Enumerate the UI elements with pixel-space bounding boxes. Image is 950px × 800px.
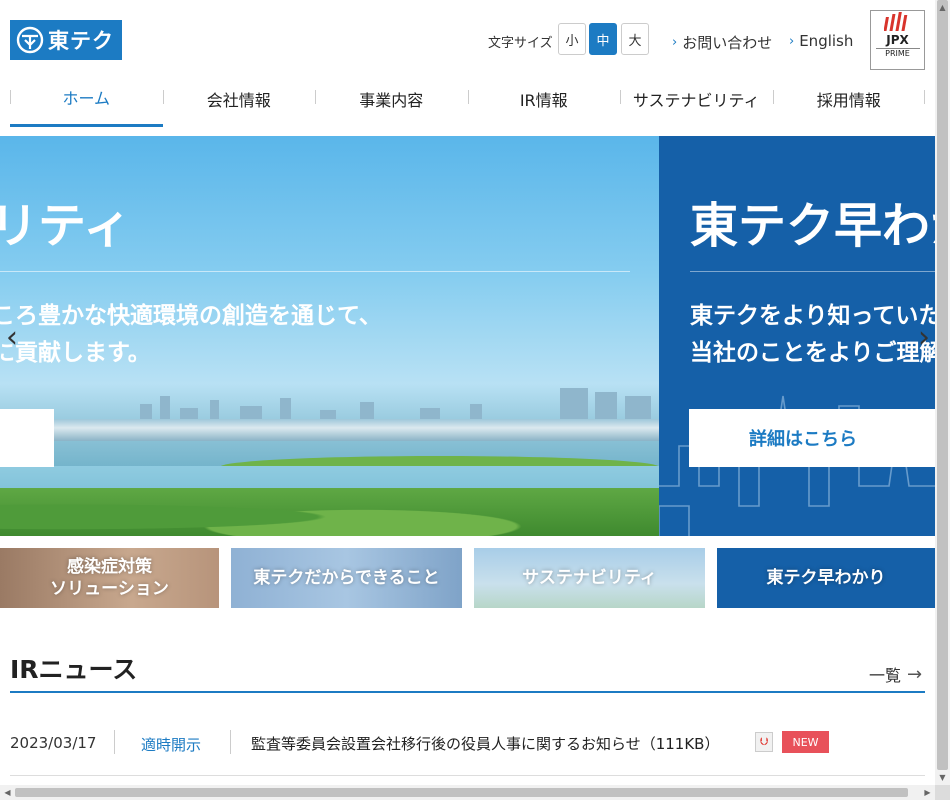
chevron-right-icon: › [789,33,795,49]
news-separator [114,730,115,754]
news-category: 適時開示 [141,736,202,754]
jpx-sub-text: PRIME [875,48,920,59]
scroll-right-icon[interactable]: ▶ [920,785,935,800]
nav-item-sustainability[interactable]: サステナビリティ [620,82,773,127]
overview-text-line: 当社のことをよりご理解 [690,340,935,366]
overview-text-line: 東テクをより知っていた [690,303,935,329]
english-link-label: English [799,32,854,50]
banner-overview[interactable]: 東テク早わかり [717,548,935,608]
slider-prev-icon[interactable]: ‹ [0,320,24,355]
ir-news-divider [10,691,925,693]
banner-label: サステナビリティ [522,568,657,588]
banner-what-we-can-do[interactable]: 東テクだからできること [231,548,462,608]
hero-detail-button[interactable] [0,409,54,467]
new-badge: NEW [782,731,829,753]
hero-slide-sustainability[interactable]: リティ ころ豊かな快適環境の創造を通じて、 に貢献します。 [0,136,659,536]
nav-item-recruit[interactable]: 採用情報 [772,82,926,127]
news-title-link[interactable]: 監査等委員会設置会社移行後の役員人事に関するお知らせ（111KB） [251,733,719,754]
banner-label: 感染症対策 ソリューション [50,557,169,599]
logo-mark-icon [16,26,44,54]
horizontal-scroll-thumb[interactable] [15,788,908,797]
nav-item-company[interactable]: 会社情報 [162,82,316,127]
nav-item-ir[interactable]: IR情報 [467,82,621,127]
english-link[interactable]: › English [789,32,853,50]
jpx-text: JPX [886,33,909,47]
ir-news-list-link[interactable]: 一覧 → [869,662,922,686]
hero-text-line: に貢献します。 [0,340,151,366]
nav-label: 採用情報 [816,90,881,110]
logo-text: 東テク [48,29,114,53]
ir-news-list-label: 一覧 [869,666,902,685]
scroll-up-icon[interactable]: ▲ [935,0,950,15]
banner-sustainability[interactable]: サステナビリティ [474,548,705,608]
hero-divider [0,271,630,272]
nav-divider [924,90,925,104]
banner-label: 東テクだからできること [253,568,440,588]
vertical-scrollbar[interactable] [935,0,950,785]
banner-label: 東テク早わかり [766,568,886,588]
pdf-icon: ⮋ [755,732,773,752]
page: 東テク 文字サイズ 小 中 大 › お問い合わせ › English JPX P… [0,0,935,785]
contact-link-label: お問い合わせ [682,34,773,52]
hero-text: ころ豊かな快適環境の創造を通じて、 に貢献します。 [0,298,382,372]
banner-infection-control[interactable]: 感染症対策 ソリューション [0,548,219,608]
overview-title: 東テク早わか [690,198,935,254]
jpx-mark-icon [883,12,907,31]
hero-title: リティ [0,198,132,254]
news-row[interactable]: 2023/03/17 適時開示 監査等委員会設置会社移行後の役員人事に関するお知… [10,728,925,776]
font-size-medium-button[interactable]: 中 [589,23,617,55]
overview-divider [690,271,935,272]
nav-label: 会社情報 [206,90,271,110]
bridge-image [0,419,659,441]
overview-text: 東テクをより知っていた 当社のことをよりご理解 [690,298,935,372]
nav-label: サステナビリティ [632,90,760,110]
company-logo[interactable]: 東テク [10,20,122,60]
global-nav: ホーム 会社情報 事業内容 IR情報 サステナビリティ 採用情報 [10,82,925,127]
slider-next-icon[interactable]: › [912,320,935,355]
font-size-label: 文字サイズ [488,36,553,51]
nav-item-business[interactable]: 事業内容 [315,82,468,127]
ir-news-title: IRニュース [10,655,138,684]
news-date: 2023/03/17 [10,734,97,752]
scroll-down-icon[interactable]: ▼ [935,770,950,785]
nav-item-home[interactable]: ホーム [10,82,163,127]
trees-image [0,488,659,536]
scrollbar-corner [935,785,950,800]
nav-label: IR情報 [519,90,568,110]
nav-label: 事業内容 [359,90,424,110]
scroll-left-icon[interactable]: ◀ [0,785,15,800]
detail-button[interactable]: 詳細はこちら [689,409,935,467]
font-size-small-button[interactable]: 小 [558,23,586,55]
hero-slide-overview[interactable]: 東テク早わか 東テクをより知っていた 当社のことをよりご理解 詳細はこちら [659,136,935,536]
jpx-prime-logo[interactable]: JPX PRIME [870,10,925,70]
contact-link[interactable]: › お問い合わせ [672,32,772,53]
nav-label: ホーム [62,89,111,108]
horizontal-scrollbar[interactable] [0,785,935,800]
vertical-scroll-thumb[interactable] [937,0,948,770]
arrow-right-icon: → [907,663,923,685]
hero-text-line: ころ豊かな快適環境の創造を通じて、 [0,303,382,329]
font-size-large-button[interactable]: 大 [621,23,649,55]
chevron-right-icon: › [672,35,678,50]
news-separator [230,730,231,754]
